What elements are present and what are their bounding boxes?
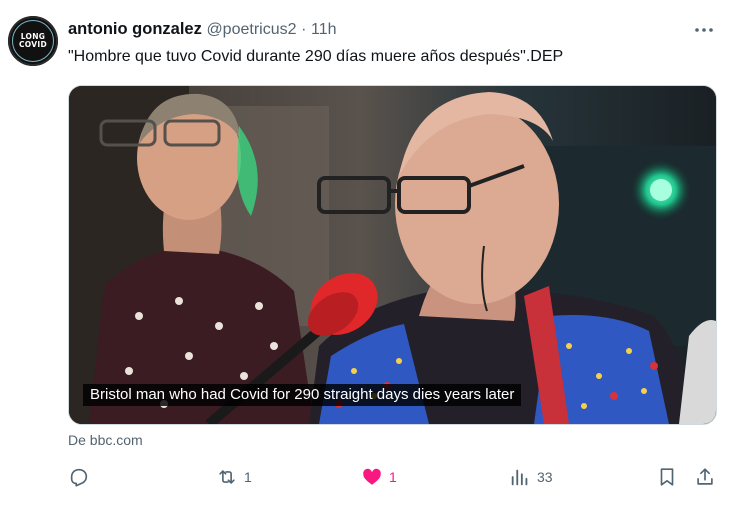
bookmark-icon <box>660 468 674 486</box>
video-still <box>69 86 716 424</box>
author-name[interactable]: antonio gonzalez <box>68 20 202 38</box>
link-source[interactable]: De bbc.com <box>68 432 143 448</box>
retweet-icon <box>219 470 235 484</box>
video-caption: Bristol man who had Covid for 290 straig… <box>83 384 522 406</box>
reply-icon <box>70 468 88 487</box>
timestamp[interactable]: 11h <box>311 21 337 38</box>
views-count: 33 <box>537 469 553 485</box>
share-button[interactable] <box>694 464 716 490</box>
more-options-icon[interactable] <box>692 18 716 42</box>
like-button[interactable]: 1 <box>361 464 397 490</box>
share-icon <box>697 468 713 485</box>
views-icon <box>511 469 528 486</box>
like-count: 1 <box>389 469 397 485</box>
retweet-button[interactable]: 1 <box>216 464 252 490</box>
tweet[interactable]: LONG COVID antonio gonzalez @poetricus2 … <box>0 0 738 508</box>
views-button[interactable]: 33 <box>509 464 553 490</box>
retweet-count: 1 <box>244 469 252 485</box>
avatar-line2: COVID <box>19 40 47 49</box>
tweet-header: antonio gonzalez @poetricus2 · 11h <box>68 20 337 39</box>
separator-dot: · <box>301 21 307 38</box>
heart-icon <box>363 468 381 485</box>
avatar[interactable]: LONG COVID <box>8 16 58 66</box>
action-bar: 1 1 33 <box>68 464 718 490</box>
author-handle[interactable]: @poetricus2 <box>206 21 296 38</box>
tweet-text: "Hombre que tuvo Covid durante 290 días … <box>68 48 564 65</box>
media-image[interactable]: Bristol man who had Covid for 290 straig… <box>68 85 717 425</box>
bookmark-button[interactable] <box>656 464 678 490</box>
reply-button[interactable] <box>68 464 96 490</box>
